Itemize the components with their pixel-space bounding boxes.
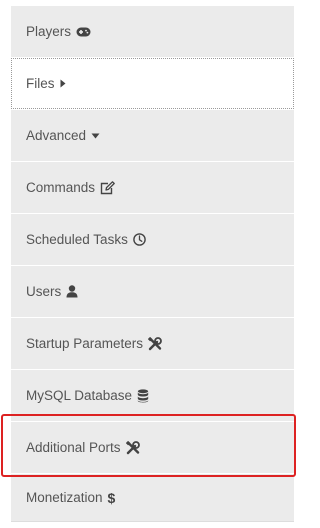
menu-item-files[interactable]: Files [11,58,294,109]
tools-icon [148,336,162,351]
dollar-icon: $ [107,489,116,506]
menu-item-label: Commands [26,180,96,195]
database-icon [137,388,149,403]
user-icon [66,285,78,298]
menu-item-advanced[interactable]: Advanced [11,110,294,161]
menu-item-players[interactable]: Players [11,6,294,57]
menu-item-label: MySQL Database [26,388,133,403]
menu-item-commands[interactable]: Commands [11,162,294,213]
edit-icon [100,180,115,195]
caret-right-icon [60,79,66,88]
menu-item-scheduled-tasks[interactable]: Scheduled Tasks [11,214,294,265]
caret-down-icon [91,133,100,139]
menu-item-label: Files [26,76,55,91]
menu-item-label: Players [26,24,72,39]
menu-item-label: Advanced [26,128,87,143]
menu-item-startup-parameters[interactable]: Startup Parameters [11,318,294,369]
menu-item-users[interactable]: Users [11,266,294,317]
menu-item-monetization[interactable]: Monetization $ [11,474,294,522]
tools-icon [125,440,140,455]
sidebar-menu: Players Files Advanced Commands Schedule… [11,0,294,528]
menu-item-label: Monetization [26,490,103,505]
menu-item-label: Scheduled Tasks [26,232,128,247]
menu-item-label: Startup Parameters [26,336,144,351]
menu-item-label: Additional Ports [26,440,121,455]
gamepad-icon [76,27,91,37]
menu-item-label: Users [26,284,62,299]
menu-item-additional-ports[interactable]: Additional Ports [11,422,294,473]
clock-icon [133,233,146,246]
menu-item-mysql-database[interactable]: MySQL Database [11,370,294,421]
